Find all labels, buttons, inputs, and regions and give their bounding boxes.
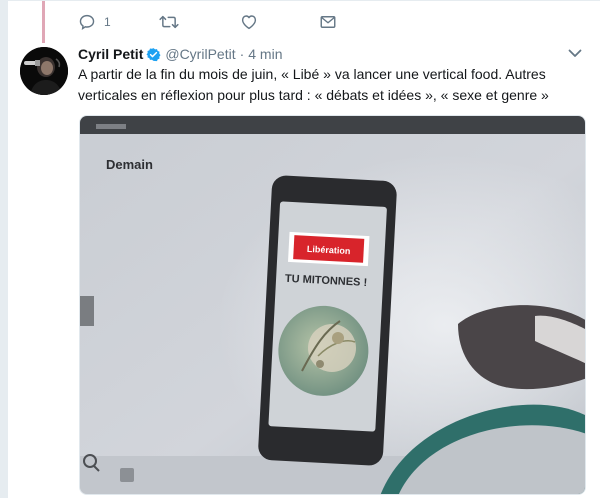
author-name[interactable]: Cyril Petit [78, 46, 143, 62]
author-avatar[interactable] [20, 47, 68, 95]
retweet-icon [159, 13, 179, 31]
tweet-menu-button[interactable] [566, 45, 584, 63]
header-separator: · [239, 46, 245, 62]
tweet-header: Cyril Petit @CyrilPetit · 4 min [78, 44, 570, 64]
slide-title: Demain [106, 157, 153, 172]
conversation-thread-line [42, 0, 45, 43]
previous-tweet-actions: 1 [78, 11, 598, 33]
reply-icon [78, 13, 96, 31]
timeline: 1 Cyril Petit @CyrilPetit · 4 min A part… [8, 0, 600, 498]
like-button[interactable] [240, 11, 258, 33]
reply-button[interactable]: 1 [78, 11, 111, 33]
direct-message-button[interactable] [319, 11, 337, 33]
phone-mockup: Libération TU MITONNES ! [258, 175, 397, 466]
tweet-divider [8, 0, 600, 1]
retweet-button[interactable] [159, 11, 179, 33]
tweet-timestamp[interactable]: 4 min [248, 46, 282, 62]
envelope-icon [319, 13, 337, 31]
author-screen-name[interactable]: @CyrilPetit [165, 46, 235, 62]
tweet-photo[interactable]: Demain Libération TU MITONNES ! [79, 115, 586, 495]
heart-icon [240, 13, 258, 31]
chevron-down-icon [568, 45, 582, 63]
reply-count: 1 [104, 15, 111, 29]
tweet-text: A partir de la fin du mois de juin, « Li… [78, 66, 549, 103]
verified-badge-icon [146, 47, 161, 62]
